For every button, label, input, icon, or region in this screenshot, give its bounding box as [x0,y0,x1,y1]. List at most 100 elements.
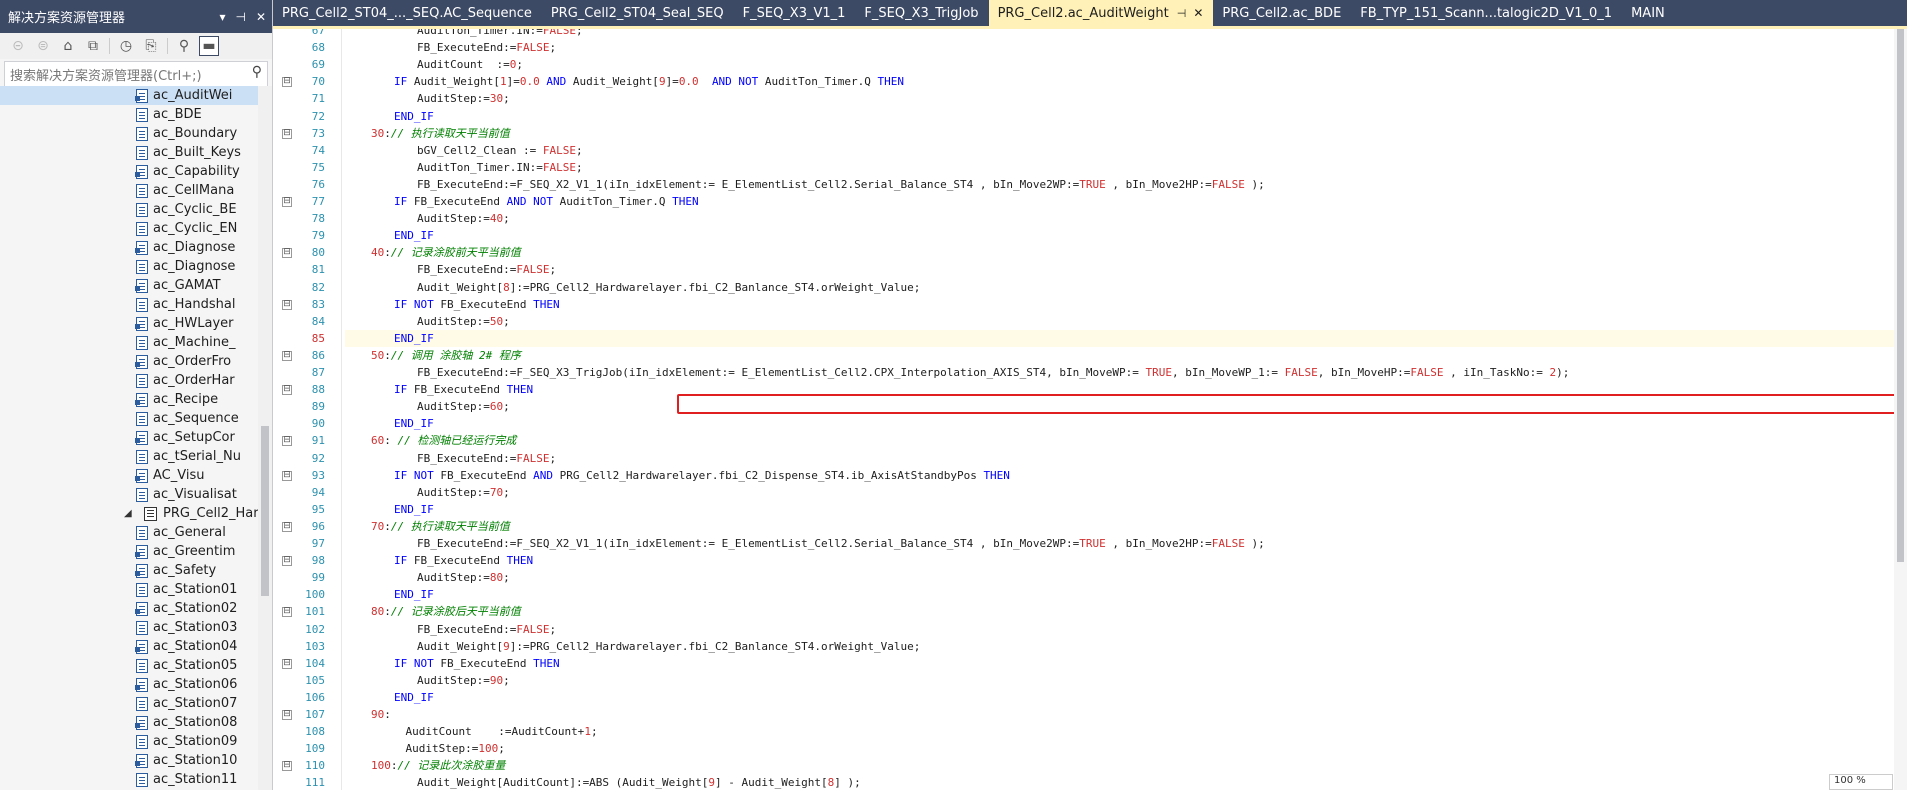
code-line[interactable]: END_IF [345,329,1906,347]
code-line[interactable]: AuditStep:=40; [348,210,510,227]
fold-toggle-icon[interactable]: ⊟ [282,248,292,259]
properties-wrench-icon[interactable]: ⚲ [174,36,194,56]
code-line[interactable]: AuditStep:=90; [348,672,510,689]
code-line[interactable]: AuditStep:=100; [348,740,505,757]
code-line[interactable]: IF NOT FB_ExecuteEnd THEN [348,655,560,672]
code-line[interactable]: END_IF [348,415,434,432]
code-line[interactable]: IF FB_ExecuteEnd THEN [348,552,533,569]
preview-selected-icon[interactable]: ▬ [199,36,219,56]
code-line[interactable]: Audit_Weight[8]:=PRG_Cell2_Hardwarelayer… [348,279,920,296]
solution-explorer-search-input[interactable]: 搜索解决方案资源管理器(Ctrl+;) ⚲ [4,61,268,87]
code-editor[interactable]: 67 68 69 70 ⊟ 71 72 73 ⊟ 74 75 76 77 ⊟ 78 79 80 ⊟ 81 82 83 ⊟ 8… [273,29,1907,790]
code-line[interactable]: END_IF [348,586,434,603]
tree-item[interactable]: ac_HWLayer [0,314,258,333]
tree-item[interactable]: AC_Visu [0,466,258,485]
code-line[interactable]: 70:// 执行读取天平当前值 [348,518,510,535]
fold-toggle-icon[interactable]: ⊟ [282,470,292,481]
tree-item[interactable]: ac_Station01 [0,580,258,599]
document-tab[interactable]: PRG_Cell2.ac_AuditWeight ⊣ ✕ [988,0,1214,26]
home-icon[interactable]: ⌂ [58,36,78,56]
close-tab-icon[interactable]: ✕ [1193,6,1203,20]
code-line[interactable]: 30:// 执行读取天平当前值 [348,125,510,142]
editor-vertical-scrollbar[interactable] [1894,29,1907,790]
code-line[interactable]: IF FB_ExecuteEnd AND NOT AuditTon_Timer.… [348,193,699,210]
tree-item[interactable]: ac_AuditWei [0,86,258,105]
document-tab[interactable]: PRG_Cell2_ST04_..._SEQ.AC_Sequence [273,0,542,26]
code-line[interactable]: 80:// 记录涂胶后天平当前值 [348,603,521,620]
tree-item[interactable]: ac_Boundary [0,124,258,143]
code-line[interactable]: FB_ExecuteEnd:=F_SEQ_X2_V1_1(iIn_idxElem… [348,176,1265,193]
code-line[interactable]: AuditCount :=AuditCount+1; [348,723,598,740]
pin-icon[interactable]: ⊣ [235,10,245,24]
tree-item[interactable]: ac_Diagnose [0,257,258,276]
editor-scrollbar-thumb[interactable] [1897,29,1904,562]
code-line[interactable]: FB_ExecuteEnd:=FALSE; [348,39,556,56]
tree-item[interactable]: ac_OrderFro [0,352,258,371]
code-line[interactable]: AuditTon_Timer.IN:=FALSE; [348,159,583,176]
tree-item[interactable]: ◢ PRG_Cell2_Hard [0,504,258,523]
code-line[interactable]: FB_ExecuteEnd:=FALSE; [348,261,556,278]
zoom-level[interactable]: 100 % [1829,774,1893,790]
tree-item[interactable]: ac_Station10 [0,751,258,770]
fold-toggle-icon[interactable]: ⊟ [282,128,292,139]
tree-item[interactable]: ac_Station06 [0,675,258,694]
code-line[interactable]: Audit_Weight[AuditCount]:=ABS (Audit_Wei… [348,774,861,790]
tree-item[interactable]: ac_Greentim [0,542,258,561]
explorer-scrollbar-thumb[interactable] [261,426,269,596]
pin-tab-icon[interactable]: ⊣ [1177,7,1187,20]
fold-toggle-icon[interactable]: ⊟ [282,350,292,361]
tree-item[interactable]: ac_Cyclic_EN [0,219,258,238]
dropdown-arrow-icon[interactable]: ▾ [219,10,225,24]
tree-item[interactable]: ac_Visualisat [0,485,258,504]
fold-toggle-icon[interactable]: ⊟ [282,521,292,532]
code-line[interactable]: AuditStep:=70; [348,484,510,501]
document-tab[interactable]: PRG_Cell2_ST04_Seal_SEQ [542,0,734,26]
code-line[interactable]: AuditStep:=50; [348,313,510,330]
tree-item[interactable]: ac_BDE [0,105,258,124]
tree-item[interactable]: ac_Station03 [0,618,258,637]
fold-toggle-icon[interactable]: ⊟ [282,77,292,88]
tree-item[interactable]: ac_Recipe [0,390,258,409]
code-line[interactable]: 60: // 检测轴已经运行完成 [348,432,516,449]
tree-item[interactable]: ac_CellMana [0,181,258,200]
code-line[interactable]: 100:// 记录此次涂胶重量 [348,757,505,774]
fold-toggle-icon[interactable]: ⊟ [282,556,292,567]
fold-toggle-icon[interactable]: ⊟ [282,607,292,618]
tree-item[interactable]: ac_Built_Keys [0,143,258,162]
tree-item[interactable]: ac_Diagnose [0,238,258,257]
tree-item[interactable]: ac_Station07 [0,694,258,713]
code-line[interactable]: AuditCount :=0; [348,56,523,73]
code-line[interactable]: END_IF [348,227,434,244]
fold-toggle-icon[interactable]: ⊟ [282,761,292,772]
tree-item[interactable]: ac_tSerial_Nu [0,447,258,466]
code-line[interactable]: END_IF [348,689,434,706]
forward-icon[interactable]: ⊜ [33,36,53,56]
code-line[interactable]: FB_ExecuteEnd:=FALSE; [348,450,556,467]
explorer-scrollbar[interactable] [258,86,272,790]
tree-item[interactable]: ac_Station08 [0,713,258,732]
tree-item[interactable]: ac_Station04 [0,637,258,656]
tree-item[interactable]: ac_GAMAT [0,276,258,295]
tree-item[interactable]: ac_Station09 [0,732,258,751]
code-line[interactable]: END_IF [348,501,434,518]
tree-item[interactable]: ac_Station02 [0,599,258,618]
document-tab[interactable]: MAIN [1622,0,1675,26]
switch-views-icon[interactable]: ⧉ [83,36,103,56]
fold-toggle-icon[interactable]: ⊟ [282,197,292,207]
tree-item[interactable]: ac_Station11 [0,770,258,789]
code-line[interactable]: IF NOT FB_ExecuteEnd AND PRG_Cell2_Hardw… [348,467,1010,484]
code-line[interactable]: FB_ExecuteEnd:=FALSE; [348,621,556,638]
tree-item[interactable]: ac_Sequence [0,409,258,428]
code-line[interactable]: AuditStep:=30; [348,90,510,107]
search-icon[interactable]: ⚲ [252,64,262,80]
fold-toggle-icon[interactable]: ⊟ [282,436,292,447]
document-tab[interactable]: F_SEQ_X3_TrigJob [855,0,988,26]
code-line[interactable]: FB_ExecuteEnd:=F_SEQ_X2_V1_1(iIn_idxElem… [348,535,1265,552]
tree-item[interactable]: ac_Cyclic_BE [0,200,258,219]
code-line[interactable]: 40:// 记录涂胶前天平当前值 [348,244,521,261]
fold-toggle-icon[interactable]: ⊟ [282,385,292,396]
document-tab[interactable]: PRG_Cell2.ac_BDE [1213,0,1351,26]
tree-item[interactable]: ac_Handshal [0,295,258,314]
expand-caret-icon[interactable]: ◢ [124,508,132,519]
code-line[interactable]: Audit_Weight[9]:=PRG_Cell2_Hardwarelayer… [348,638,920,655]
